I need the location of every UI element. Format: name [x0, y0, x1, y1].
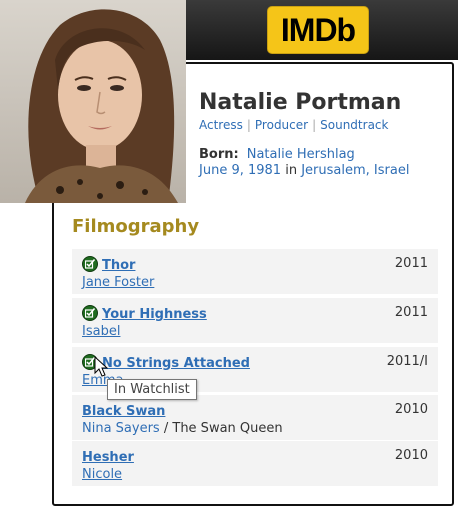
film-title-link[interactable]: Your Highness [102, 307, 207, 322]
watchlist-tooltip: In Watchlist [107, 379, 197, 400]
filmography-heading: Filmography [72, 216, 200, 237]
imdb-logo[interactable]: IMDb [267, 6, 369, 54]
film-row-hesher: Hesher Nicole 2010 [72, 441, 438, 486]
film-title-link[interactable]: Thor [102, 258, 135, 273]
film-title-link[interactable]: Black Swan [82, 404, 165, 419]
birth-date-link[interactable]: June 9, 1981 [199, 163, 281, 178]
born-label: Born: [199, 147, 239, 162]
watchlist-check-icon[interactable] [82, 305, 98, 321]
role-link-producer[interactable]: Producer [255, 118, 308, 132]
film-year: 2011/I [386, 354, 428, 369]
film-role-link[interactable]: Nina Sayers [82, 421, 160, 436]
film-role-link[interactable]: Jane Foster [82, 275, 154, 290]
birth-name-link[interactable]: Natalie Hershlag [247, 147, 355, 162]
headshot-photo [0, 0, 186, 203]
film-year: 2010 [394, 448, 428, 463]
film-title-link[interactable]: No Strings Attached [102, 356, 250, 371]
watchlist-check-icon[interactable] [82, 256, 98, 272]
role-separator: | [246, 118, 251, 132]
roles-list: Actress | Producer | Soundtrack [199, 118, 388, 132]
birth-place-link[interactable]: Jerusalem, Israel [301, 163, 409, 178]
person-name: Natalie Portman [199, 90, 402, 115]
film-year: 2011 [394, 256, 428, 271]
headshot-image [0, 0, 186, 203]
film-role-alt: The Swan Queen [172, 421, 283, 436]
film-year: 2011 [394, 305, 428, 320]
film-row-thor: Thor Jane Foster 2011 [72, 249, 438, 294]
role-separator: / [163, 421, 169, 436]
film-role-link[interactable]: Nicole [82, 467, 122, 482]
mouse-cursor-icon [94, 356, 108, 377]
birth-in-text: in [285, 163, 298, 178]
role-link-soundtrack[interactable]: Soundtrack [320, 118, 388, 132]
film-role-link[interactable]: Isabel [82, 324, 120, 339]
role-link-actress[interactable]: Actress [199, 118, 243, 132]
born-info: Born: Natalie Hershlag June 9, 1981 in Je… [199, 147, 409, 179]
role-separator: | [312, 118, 317, 132]
film-row-your-highness: Your Highness Isabel 2011 [72, 298, 438, 343]
film-role-group: Nina Sayers / The Swan Queen [82, 421, 283, 436]
film-year: 2010 [394, 402, 428, 417]
film-row-black-swan: Black Swan Nina Sayers / The Swan Queen … [72, 395, 438, 440]
film-title-link[interactable]: Hesher [82, 450, 134, 465]
